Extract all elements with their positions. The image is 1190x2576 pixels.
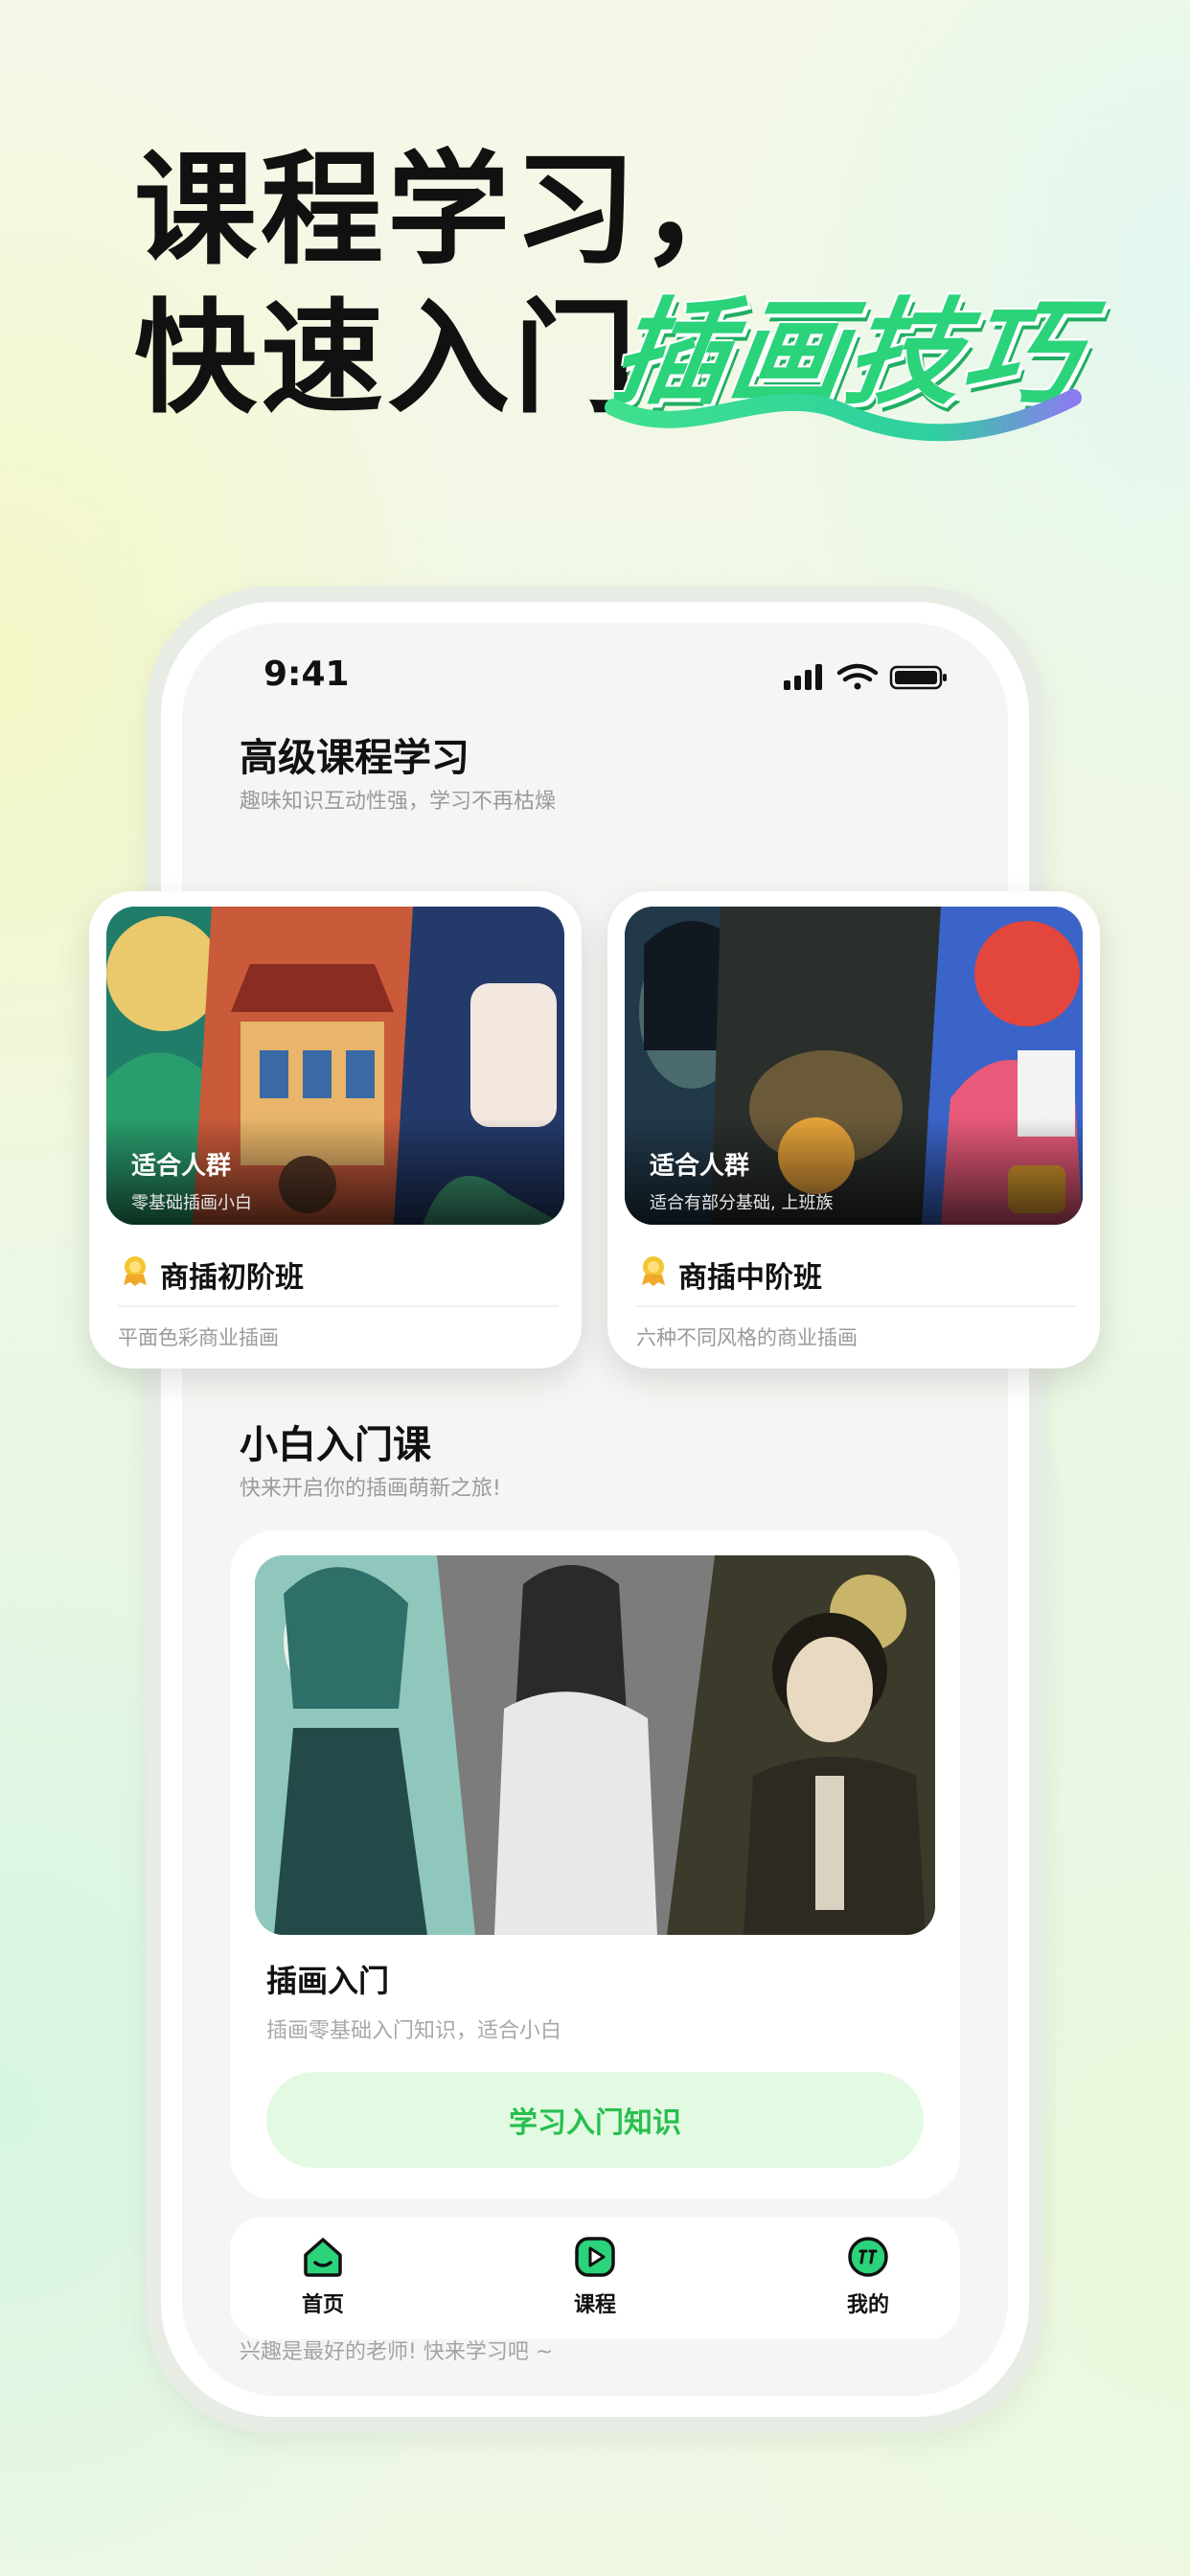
headline-line1: 课程学习， xyxy=(134,139,767,282)
bottom-tab-bar: 首页 课程 我的 xyxy=(230,2217,960,2339)
intro-course-desc: 插画零基础入门知识，适合小白 xyxy=(266,2019,562,2043)
course-cover-image: 适合人群 零基础插画小白 xyxy=(106,907,564,1225)
audience-desc: 零基础插画小白 xyxy=(131,1193,252,1213)
course-card-beginner-commercial[interactable]: 适合人群 零基础插画小白 商插初阶班 平面色彩商业插画 xyxy=(89,891,582,1368)
divider xyxy=(118,1305,559,1307)
intro-cover-image xyxy=(255,1555,935,1935)
course-card-intermediate-commercial[interactable]: 适合人群 适合有部分基础, 上班族 商插中阶班 六种不同风格的商业插画 xyxy=(607,891,1100,1368)
headline-line2: 快速入门 xyxy=(134,288,641,430)
beginner-subtitle: 快来开启你的插画萌新之旅! xyxy=(240,1477,501,1501)
status-icons xyxy=(784,663,947,690)
intro-course-name: 插画入门 xyxy=(266,1963,390,1999)
wifi-icon xyxy=(836,663,879,690)
divider xyxy=(636,1305,1077,1307)
audience-tag: 适合人群 xyxy=(650,1152,750,1181)
course-desc: 六种不同风格的商业插画 xyxy=(636,1326,858,1349)
medal-icon xyxy=(124,1256,147,1286)
profile-icon xyxy=(848,2237,888,2277)
home-icon xyxy=(304,2238,342,2277)
tab-home[interactable]: 首页 xyxy=(265,2234,380,2318)
footer-note: 兴趣是最好的老师! 快来学习吧 ~ xyxy=(240,2340,554,2364)
audience-tag: 适合人群 xyxy=(131,1152,232,1181)
beginner-title: 小白入门课 xyxy=(240,1423,431,1467)
course-play-icon xyxy=(575,2237,615,2277)
learn-intro-button[interactable]: 学习入门知识 xyxy=(266,2072,924,2168)
tab-profile-label: 我的 xyxy=(846,2293,889,2317)
battery-icon xyxy=(889,665,947,690)
course-name: 商插中阶班 xyxy=(678,1261,822,1295)
course-desc: 平面色彩商业插画 xyxy=(118,1326,279,1349)
tab-course-label: 课程 xyxy=(573,2293,616,2317)
course-cover-image: 适合人群 适合有部分基础, 上班族 xyxy=(625,907,1083,1225)
signal-icon xyxy=(784,664,822,690)
tab-profile[interactable]: 我的 xyxy=(811,2234,926,2318)
advanced-title: 高级课程学习 xyxy=(240,736,469,780)
advanced-subtitle: 趣味知识互动性强，学习不再枯燥 xyxy=(240,790,557,814)
medal-icon xyxy=(642,1256,665,1286)
status-time: 9:41 xyxy=(263,655,350,694)
audience-desc: 适合有部分基础, 上班族 xyxy=(650,1193,834,1213)
tab-home-label: 首页 xyxy=(301,2293,344,2317)
course-name: 商插初阶班 xyxy=(160,1261,304,1295)
accent-wave-decoration xyxy=(605,389,1082,442)
tab-course[interactable]: 课程 xyxy=(538,2234,652,2318)
intro-course-card[interactable]: 插画入门 插画零基础入门知识，适合小白 学习入门知识 xyxy=(230,1530,960,2199)
